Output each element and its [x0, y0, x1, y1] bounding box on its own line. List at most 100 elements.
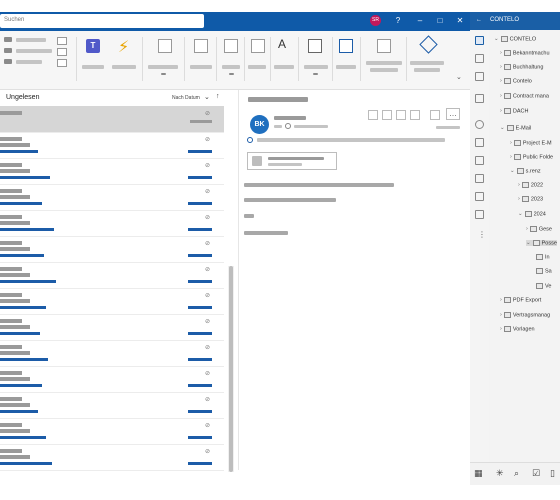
more-actions-button[interactable]	[410, 110, 420, 120]
tree-node[interactable]: ⌄ Posse	[526, 240, 557, 247]
arrow-up-icon[interactable]: ↑	[216, 93, 220, 100]
tree-node[interactable]: › 2023	[518, 196, 543, 202]
tree-root[interactable]: ⌄ CONTELO	[494, 36, 536, 42]
ribbon-expand-icon[interactable]: ⌄	[456, 73, 462, 81]
chevron-right-icon[interactable]: ›	[500, 297, 502, 303]
reply-all-button[interactable]	[382, 110, 392, 120]
chevron-right-icon[interactable]: ›	[500, 108, 502, 114]
filter-label[interactable]: Ungelesen	[6, 94, 39, 101]
translate-icon[interactable]	[308, 39, 322, 53]
reply-button[interactable]	[368, 110, 378, 120]
chevron-right-icon[interactable]: ›	[500, 326, 502, 332]
help-button[interactable]: ?	[392, 14, 404, 28]
forward-button[interactable]	[396, 110, 406, 120]
list-icon[interactable]	[475, 72, 484, 81]
new-icon[interactable]	[4, 37, 12, 42]
message-row[interactable]: ⊘	[0, 444, 224, 471]
category-icon[interactable]	[224, 39, 238, 53]
chevron-down-icon[interactable]	[161, 73, 166, 75]
grid-icon[interactable]: ▦	[474, 468, 483, 479]
info-icon[interactable]	[285, 123, 291, 129]
message-row[interactable]: ⊘	[0, 314, 224, 341]
message-row[interactable]: ⊘	[0, 210, 224, 237]
lightning-icon[interactable]: ⚡	[118, 37, 129, 57]
ellipsis-icon[interactable]: …	[446, 108, 460, 120]
message-row[interactable]: ⊘	[0, 132, 224, 159]
more-vertical-icon[interactable]: ⋮	[478, 230, 486, 239]
network-icon[interactable]: ✳	[496, 468, 504, 479]
tree-node[interactable]: Ve	[536, 283, 551, 289]
chevron-right-icon[interactable]: ›	[500, 50, 502, 56]
calendar-icon[interactable]	[475, 210, 484, 219]
teams-icon[interactable]: T	[86, 39, 100, 53]
forward-icon[interactable]	[4, 59, 12, 64]
tree-node[interactable]: › Contract mana	[500, 93, 549, 99]
tree-node[interactable]: In	[536, 254, 550, 260]
add-icon[interactable]	[475, 120, 484, 129]
chevron-right-icon[interactable]: ›	[500, 312, 502, 318]
chevron-right-icon[interactable]: ›	[510, 154, 512, 160]
archive-icon[interactable]	[475, 54, 484, 63]
sort-label[interactable]: Nach Datum	[172, 95, 200, 101]
file-icon[interactable]	[475, 192, 484, 201]
tree-node[interactable]: › Vorlagen	[500, 326, 535, 332]
chevron-down-icon[interactable]: ⌄	[500, 125, 505, 131]
sender-avatar[interactable]: BK	[250, 115, 269, 134]
message-row[interactable]: ⊘	[0, 184, 224, 211]
tree-node[interactable]: ⌄ s.renz	[510, 168, 541, 174]
diamond-icon[interactable]	[419, 35, 438, 54]
tree-node[interactable]: › Contelo	[500, 78, 532, 84]
tasks-icon[interactable]: ☑	[532, 468, 540, 479]
tree-node[interactable]: › Buchhaltung	[500, 64, 543, 70]
tree-node[interactable]: › Public Folde	[510, 154, 553, 160]
phone-icon[interactable]	[475, 138, 484, 147]
chevron-right-icon[interactable]: ›	[518, 182, 520, 188]
tree-node[interactable]: › Gese	[526, 226, 552, 232]
message-row[interactable]: ⊘	[0, 392, 224, 419]
message-row[interactable]: ⊘	[0, 288, 224, 315]
chevron-down-icon[interactable]: ⌄	[204, 93, 210, 101]
search-icon[interactable]: ⌕	[514, 468, 519, 479]
calendar-icon[interactable]	[377, 39, 391, 53]
read-aloud-icon[interactable]: A	[278, 37, 286, 51]
message-row[interactable]: ⊘	[0, 366, 224, 393]
move-icon[interactable]	[57, 37, 67, 45]
tree-node[interactable]: Sa	[536, 268, 552, 274]
tag-icon[interactable]	[158, 39, 172, 53]
chevron-right-icon[interactable]: ›	[500, 93, 502, 99]
document-icon[interactable]	[475, 36, 484, 45]
scrollbar-thumb[interactable]	[229, 266, 233, 472]
note-icon[interactable]	[475, 94, 484, 103]
tree-node[interactable]: ⌄ E-Mail	[500, 125, 531, 131]
message-row[interactable]: ⊘	[0, 262, 224, 289]
tree-node[interactable]: › PDF Export	[500, 297, 541, 303]
minimize-button[interactable]: –	[414, 14, 426, 28]
panel-icon[interactable]: ▯	[550, 468, 555, 479]
tree-node[interactable]: ⌄ 2024	[518, 211, 546, 217]
message-row[interactable]: ⊘	[0, 158, 224, 185]
message-row[interactable]: ⊘	[0, 236, 224, 263]
rules-icon[interactable]	[57, 48, 67, 56]
chevron-down-icon[interactable]: ⌄	[526, 240, 531, 246]
close-button[interactable]: ✕	[454, 14, 466, 28]
chevron-right-icon[interactable]: ›	[518, 196, 520, 202]
chevron-down-icon[interactable]: ⌄	[494, 36, 499, 42]
chevron-right-icon[interactable]: ›	[500, 64, 502, 70]
overflow-button[interactable]	[430, 110, 440, 120]
back-arrow-icon[interactable]: ←	[476, 17, 482, 23]
search-input[interactable]: Suchen	[0, 14, 204, 28]
tree-node[interactable]: › Vertragsmanag	[500, 312, 550, 318]
tree-node[interactable]: › Project E-M	[510, 140, 552, 146]
edit-icon[interactable]	[475, 174, 484, 183]
archive-icon[interactable]	[57, 59, 67, 67]
message-row[interactable]: ⊘	[0, 106, 224, 133]
attachment-card[interactable]	[247, 152, 337, 170]
user-avatar[interactable]: SR	[370, 15, 381, 26]
tree-node[interactable]: › DACH	[500, 108, 528, 114]
chevron-down-icon[interactable]	[229, 73, 234, 75]
mail-icon[interactable]	[475, 156, 484, 165]
chevron-right-icon[interactable]: ›	[526, 226, 528, 232]
chevron-right-icon[interactable]: ›	[510, 140, 512, 146]
message-row[interactable]: ⊘	[0, 340, 224, 367]
chevron-down-icon[interactable]: ⌄	[510, 168, 515, 174]
